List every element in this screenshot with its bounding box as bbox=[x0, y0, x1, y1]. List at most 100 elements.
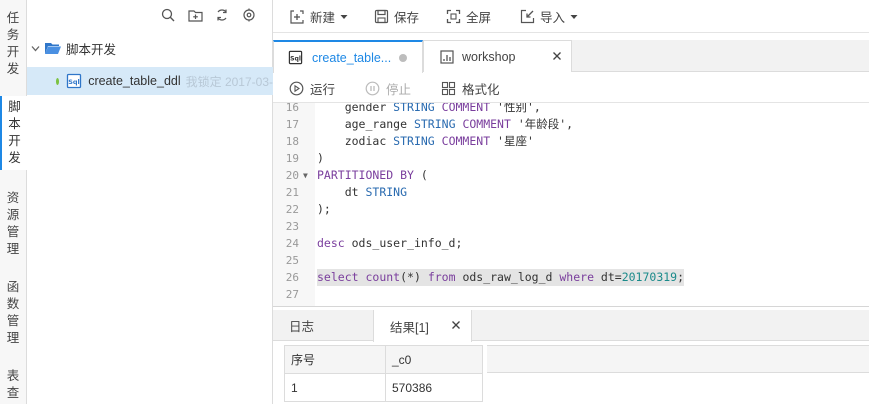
result-tab-bar: 日志 结果[1] bbox=[273, 310, 869, 342]
tab-log-label: 日志 bbox=[289, 320, 315, 334]
save-icon bbox=[374, 9, 389, 24]
nav-resource-mgmt[interactable]: 资源管理 bbox=[0, 190, 26, 258]
tree-folder-script-dev[interactable]: 脚本开发 bbox=[27, 36, 273, 60]
fold-arrow-icon[interactable]: ▼ bbox=[303, 167, 308, 184]
save-button[interactable]: 保存 bbox=[374, 7, 419, 26]
code-line[interactable]: 26 select count(*) from ods_raw_log_d whe… bbox=[273, 269, 869, 286]
table-cell[interactable]: 570386 bbox=[385, 373, 483, 402]
fullscreen-button[interactable]: 全屏 bbox=[446, 7, 491, 26]
stop-button[interactable]: 停止 bbox=[365, 79, 411, 98]
close-icon[interactable] bbox=[552, 51, 562, 61]
code-token: 20170319 bbox=[621, 270, 678, 284]
svg-text:Sql: Sql bbox=[290, 55, 301, 62]
code-token: from bbox=[427, 270, 456, 284]
format-label: 格式化 bbox=[462, 83, 500, 97]
tab-workshop[interactable]: workshop bbox=[423, 40, 572, 72]
line-number: 25 bbox=[285, 254, 299, 267]
code-line[interactable]: 25 bbox=[273, 252, 869, 269]
nav-resource-mgmt-label: 资源管理 bbox=[6, 191, 20, 256]
code-line[interactable]: 20 ▼ PARTITIONED BY ( bbox=[273, 167, 869, 184]
code-text: select count(*) from ods_raw_log_d where… bbox=[317, 269, 685, 286]
code-token: desc bbox=[317, 236, 345, 250]
line-number: 19 bbox=[285, 152, 299, 165]
nav-script-dev[interactable]: 脚本开发 bbox=[0, 96, 27, 170]
tab-create-table-label: create_table... bbox=[312, 50, 392, 65]
lock-status-text: 我锁定 2017-03- bbox=[185, 74, 273, 89]
code-text: ) bbox=[317, 150, 324, 167]
code-line[interactable]: 21 dt STRING bbox=[273, 184, 869, 201]
code-text: gender STRING COMMENT '性别', bbox=[317, 103, 541, 116]
run-toolbar: 运行 停止 格式化 bbox=[273, 73, 869, 103]
result-column-header[interactable]: 序号 bbox=[284, 345, 386, 374]
code-token: '性别', bbox=[490, 103, 541, 114]
unsaved-dot-icon[interactable] bbox=[399, 53, 408, 62]
code-token: STRING bbox=[413, 117, 456, 131]
search-icon[interactable] bbox=[159, 6, 177, 24]
code-line[interactable]: 23 bbox=[273, 218, 869, 235]
sql-file-icon: Sql bbox=[288, 50, 303, 65]
close-icon[interactable] bbox=[451, 320, 461, 330]
new-file-icon bbox=[289, 9, 305, 25]
play-icon bbox=[289, 81, 304, 96]
line-number: 21 bbox=[285, 186, 299, 199]
code-token: '星座' bbox=[490, 134, 534, 148]
nav-task-dev-label: 任务开发 bbox=[6, 11, 20, 76]
folder-open-icon bbox=[44, 41, 62, 55]
code-line[interactable]: 17 age_range STRING COMMENT '年龄段', bbox=[273, 116, 869, 133]
result-table: 序号 _c0 1 570386 bbox=[284, 345, 483, 402]
code-line[interactable]: 24 desc ods_user_info_d; bbox=[273, 235, 869, 252]
code-token: COMMENT bbox=[441, 134, 491, 148]
format-button[interactable]: 格式化 bbox=[441, 79, 500, 98]
code-line[interactable]: 16 gender STRING COMMENT '性别', bbox=[273, 103, 869, 116]
code-editor[interactable]: 16 gender STRING COMMENT '性别', 17 age_ran… bbox=[273, 103, 869, 306]
code-token: ; bbox=[677, 270, 685, 284]
code-line[interactable]: 19) bbox=[273, 150, 869, 167]
tree-folder-label: 脚本开发 bbox=[66, 42, 117, 57]
code-line[interactable]: 22); bbox=[273, 201, 869, 218]
fullscreen-icon bbox=[446, 9, 461, 24]
left-vertical-nav: 任务开发 脚本开发 资源管理 函数管理 表查 bbox=[0, 0, 27, 404]
import-button[interactable]: 导入 bbox=[520, 7, 578, 26]
line-number: 16 bbox=[285, 103, 299, 114]
code-text: dt STRING bbox=[317, 184, 407, 201]
tree-file-name: create_table_ddl bbox=[88, 74, 181, 88]
nav-script-dev-label: 脚本开发 bbox=[8, 100, 21, 165]
result-column-header[interactable]: _c0 bbox=[385, 345, 483, 374]
line-number: 17 bbox=[285, 118, 299, 131]
code-token: '年龄段', bbox=[510, 117, 574, 131]
run-button[interactable]: 运行 bbox=[289, 79, 335, 98]
line-number: 27 bbox=[285, 288, 299, 301]
stop-label: 停止 bbox=[386, 83, 412, 97]
new-folder-icon[interactable] bbox=[186, 6, 204, 24]
line-number: 18 bbox=[285, 135, 299, 148]
code-token: dt= bbox=[594, 270, 622, 284]
code-token: STRING bbox=[365, 185, 408, 199]
nav-task-dev[interactable]: 任务开发 bbox=[0, 10, 26, 78]
table-cell[interactable]: 1 bbox=[284, 373, 386, 402]
chevron-down-icon[interactable] bbox=[31, 44, 41, 53]
code-line[interactable]: 18 zodiac STRING COMMENT '星座' bbox=[273, 133, 869, 150]
stop-icon bbox=[365, 81, 380, 96]
tab-create-table[interactable]: Sql create_table... bbox=[273, 40, 423, 73]
nav-table-query[interactable]: 表查 bbox=[0, 368, 26, 402]
new-button[interactable]: 新建 bbox=[289, 7, 348, 26]
code-token: ( bbox=[413, 168, 428, 182]
tab-log[interactable]: 日志 bbox=[273, 310, 373, 341]
code-token: dt bbox=[344, 185, 366, 199]
refresh-icon[interactable] bbox=[213, 6, 231, 24]
code-token: ) bbox=[317, 151, 324, 165]
script-tree-panel: 脚本开发 Sql create_table_ddl 我锁定 2017-03- bbox=[27, 0, 273, 404]
code-token: COMMENT bbox=[441, 103, 491, 114]
code-text: ); bbox=[317, 201, 331, 218]
code-token: where bbox=[559, 270, 594, 284]
locate-icon[interactable] bbox=[240, 6, 258, 24]
tree-item-create-table-ddl[interactable]: Sql create_table_ddl 我锁定 2017-03- bbox=[27, 67, 273, 95]
tab-result[interactable]: 结果[1] bbox=[373, 310, 472, 342]
code-line[interactable]: 27 bbox=[273, 286, 869, 303]
top-toolbar: 新建 保存 全屏 导入 bbox=[273, 0, 869, 33]
nav-function-mgmt[interactable]: 函数管理 bbox=[0, 279, 26, 347]
nav-function-mgmt-label: 函数管理 bbox=[6, 280, 20, 345]
